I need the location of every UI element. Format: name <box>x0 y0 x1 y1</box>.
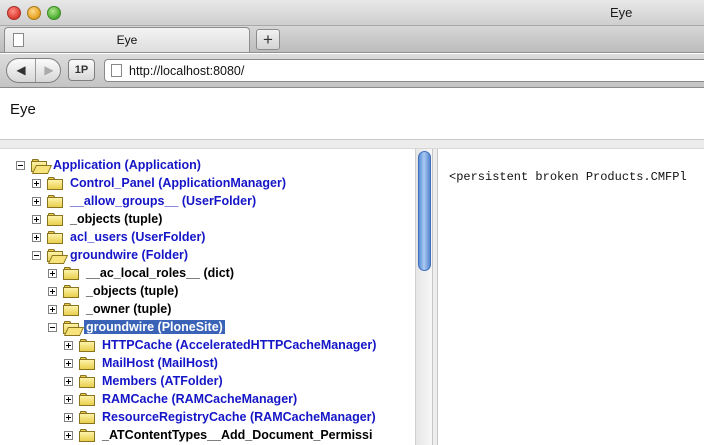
tree-row[interactable]: Members (ATFolder) <box>0 373 415 391</box>
folder-icon <box>79 411 95 424</box>
tree-item-label[interactable]: MailHost (MailHost) <box>102 356 218 370</box>
folder-icon <box>63 285 79 298</box>
tree-item-label[interactable]: Members (ATFolder) <box>102 374 223 388</box>
page-heading: Eye <box>10 101 36 118</box>
title-bar: Eye <box>0 0 704 26</box>
folder-icon <box>79 393 95 406</box>
tree-row[interactable]: __ac_local_roles__ (dict) <box>0 265 415 283</box>
tree-item-label[interactable]: Application (Application) <box>53 158 201 172</box>
expand-icon[interactable] <box>32 197 41 206</box>
expand-icon[interactable] <box>64 413 73 422</box>
tree-item-label: _objects (tuple) <box>70 212 163 226</box>
back-arrow-icon: ◀ <box>16 63 26 77</box>
tree-item-label[interactable]: HTTPCache (AcceleratedHTTPCacheManager) <box>102 338 376 352</box>
folder-icon <box>47 231 63 244</box>
tab-bar: Eye + <box>0 26 704 53</box>
tree-row[interactable]: HTTPCache (AcceleratedHTTPCacheManager) <box>0 337 415 355</box>
folder-icon <box>79 339 95 352</box>
tree-row[interactable]: Application (Application) <box>0 157 415 175</box>
close-window-button[interactable] <box>7 6 21 20</box>
collapse-icon[interactable] <box>32 251 41 260</box>
expand-icon[interactable] <box>48 287 57 296</box>
tree-row[interactable]: _objects (tuple) <box>0 283 415 301</box>
tree-item-label[interactable]: groundwire (PloneSite) <box>84 320 225 334</box>
tree-item-label: _owner (tuple) <box>86 302 172 316</box>
expand-icon[interactable] <box>32 179 41 188</box>
tree-item-label: __ac_local_roles__ (dict) <box>86 266 234 280</box>
collapse-icon[interactable] <box>16 161 25 170</box>
tree-scrollbar[interactable] <box>415 149 432 445</box>
tree-item-label[interactable]: __allow_groups__ (UserFolder) <box>70 194 256 208</box>
detail-text: <persistent broken Products.CMFPl <box>449 170 687 184</box>
horizontal-splitter[interactable] <box>0 139 704 149</box>
forward-button[interactable]: ▶ <box>36 59 60 82</box>
expand-icon[interactable] <box>48 269 57 278</box>
tree-row[interactable]: _owner (tuple) <box>0 301 415 319</box>
tree-row[interactable]: groundwire (Folder) <box>0 247 415 265</box>
tree-item-label[interactable]: groundwire (Folder) <box>70 248 188 262</box>
tree-row[interactable]: ResourceRegistryCache (RAMCacheManager) <box>0 409 415 427</box>
folder-icon <box>47 213 63 226</box>
folder-icon <box>47 195 63 208</box>
tab-label: Eye <box>116 33 138 47</box>
onepassword-button[interactable]: 1P <box>68 59 95 81</box>
back-forward-buttons: ◀ ▶ <box>6 58 61 83</box>
folder-icon <box>63 267 79 280</box>
tree-row[interactable]: MailHost (MailHost) <box>0 355 415 373</box>
tree-item-label[interactable]: Control_Panel (ApplicationManager) <box>70 176 286 190</box>
forward-arrow-icon: ▶ <box>44 63 54 77</box>
new-tab-button[interactable]: + <box>256 29 280 50</box>
tree-item-label[interactable]: acl_users (UserFolder) <box>70 230 205 244</box>
page-header: Eye <box>0 89 704 139</box>
tree-row[interactable]: _ATContentTypes__Add_Document_Permissi <box>0 427 415 445</box>
tree-item-label[interactable]: RAMCache (RAMCacheManager) <box>102 392 297 406</box>
tree-item-label: _objects (tuple) <box>86 284 179 298</box>
expand-icon[interactable] <box>64 431 73 440</box>
expand-icon[interactable] <box>64 395 73 404</box>
window-title: Eye <box>610 5 633 20</box>
tree-item-label[interactable]: ResourceRegistryCache (RAMCacheManager) <box>102 410 376 424</box>
folder-icon <box>79 429 95 442</box>
expand-icon[interactable] <box>32 233 41 242</box>
tab-eye[interactable]: Eye <box>4 27 250 52</box>
tree-row[interactable]: groundwire (PloneSite) <box>0 319 415 337</box>
open-folder-icon <box>63 321 79 334</box>
folder-icon <box>47 177 63 190</box>
open-folder-icon <box>31 159 47 172</box>
scrollbar-thumb[interactable] <box>418 151 431 271</box>
tree-item-label: _ATContentTypes__Add_Document_Permissi <box>102 428 373 442</box>
expand-icon[interactable] <box>48 305 57 314</box>
folder-icon <box>79 375 95 388</box>
collapse-icon[interactable] <box>48 323 57 332</box>
tree-row[interactable]: _objects (tuple) <box>0 211 415 229</box>
tree-row[interactable]: acl_users (UserFolder) <box>0 229 415 247</box>
folder-icon <box>79 357 95 370</box>
browser-toolbar: ◀ ▶ 1P <box>0 54 704 88</box>
expand-icon[interactable] <box>64 377 73 386</box>
zoom-window-button[interactable] <box>47 6 61 20</box>
expand-icon[interactable] <box>64 341 73 350</box>
tree-pane: Application (Application) Control_Panel (… <box>0 149 415 445</box>
url-input[interactable] <box>129 62 689 79</box>
folder-icon <box>63 303 79 316</box>
tree-row[interactable]: __allow_groups__ (UserFolder) <box>0 193 415 211</box>
tree-row[interactable]: RAMCache (RAMCacheManager) <box>0 391 415 409</box>
page-icon <box>111 64 122 77</box>
back-button[interactable]: ◀ <box>7 59 36 82</box>
expand-icon[interactable] <box>64 359 73 368</box>
open-folder-icon <box>47 249 63 262</box>
address-bar[interactable] <box>104 59 704 82</box>
minimize-window-button[interactable] <box>27 6 41 20</box>
expand-icon[interactable] <box>32 215 41 224</box>
detail-pane: <persistent broken Products.CMFPl <box>438 149 704 445</box>
tree-row[interactable]: Control_Panel (ApplicationManager) <box>0 175 415 193</box>
